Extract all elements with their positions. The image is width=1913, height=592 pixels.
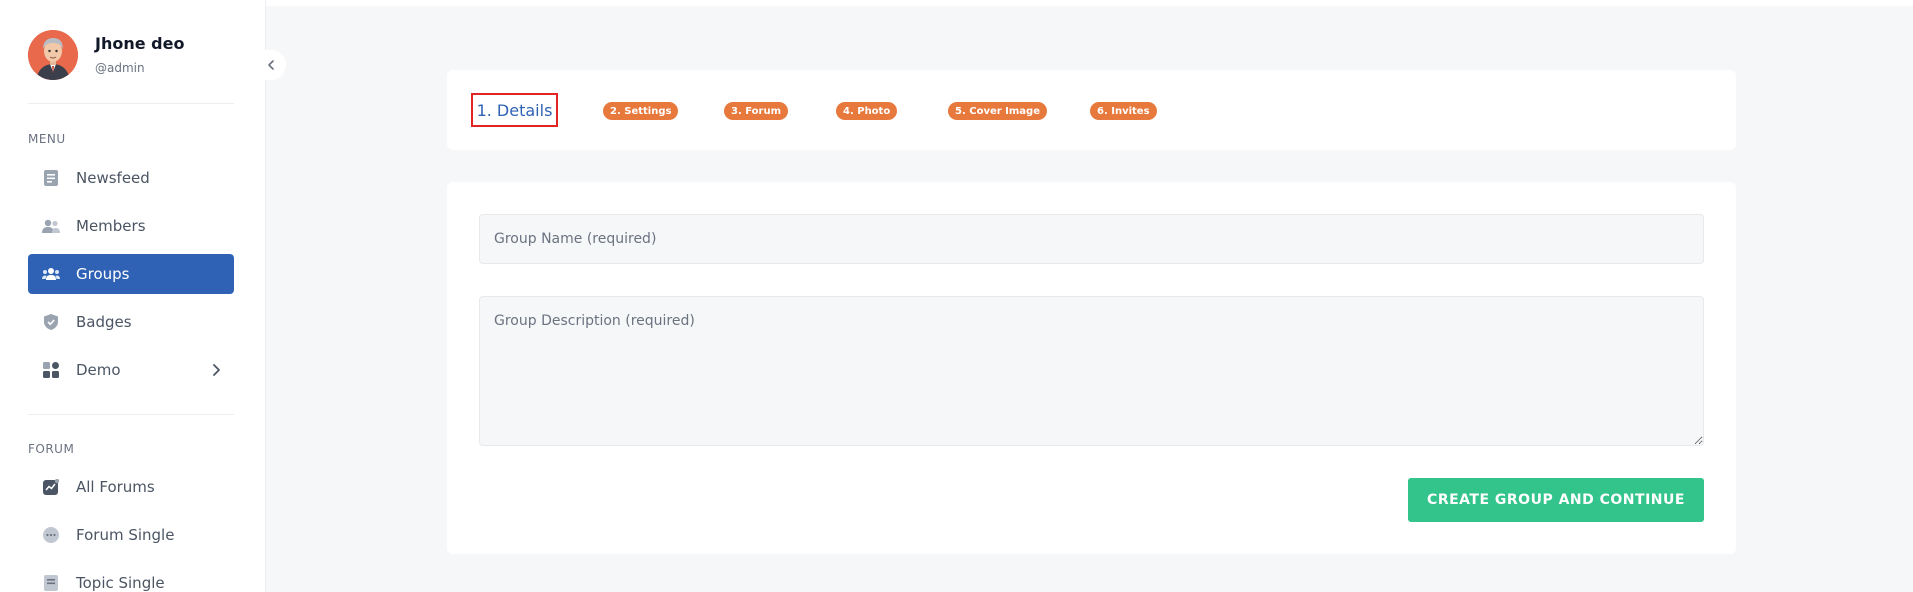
sidebar-item-label: Topic Single xyxy=(76,574,165,592)
sidebar-divider xyxy=(28,414,234,415)
sidebar-item-newsfeed[interactable]: Newsfeed xyxy=(28,158,234,198)
group-name-input[interactable] xyxy=(479,214,1704,264)
groups-icon xyxy=(42,265,60,283)
step-details-tab[interactable]: 1. Details xyxy=(471,93,558,127)
shield-icon xyxy=(42,313,60,331)
profile-name: Jhone deo xyxy=(95,34,185,53)
group-description-input[interactable] xyxy=(479,296,1704,446)
sidebar-item-all-forums[interactable]: All Forums xyxy=(28,467,234,507)
sidebar-item-label: Demo xyxy=(76,361,121,379)
profile-header: Jhone deo @admin xyxy=(28,30,234,104)
sidebar-item-members[interactable]: Members xyxy=(28,206,234,246)
grid-icon xyxy=(42,361,60,379)
chevron-left-icon xyxy=(268,60,274,70)
sidebar-item-groups[interactable]: Groups xyxy=(28,254,234,294)
members-icon xyxy=(42,217,60,235)
sidebar-item-forum-single[interactable]: Forum Single xyxy=(28,515,234,555)
document-icon xyxy=(42,169,60,187)
sidebar-item-label: Newsfeed xyxy=(76,169,150,187)
avatar-image xyxy=(28,30,78,80)
top-strip xyxy=(266,0,1913,6)
step-photo-tab[interactable]: 4. Photo xyxy=(836,102,898,120)
sidebar-item-label: Groups xyxy=(76,265,130,283)
create-group-button[interactable]: CREATE GROUP AND CONTINUE xyxy=(1408,478,1704,522)
profile-handle: @admin xyxy=(95,61,145,75)
sidebar-item-label: Forum Single xyxy=(76,526,175,544)
sidebar-item-label: Members xyxy=(76,217,146,235)
sidebar-item-badges[interactable]: Badges xyxy=(28,302,234,342)
step-settings-tab[interactable]: 2. Settings xyxy=(603,102,679,120)
sidebar: Jhone deo @admin MENU Newsfeed Members G… xyxy=(0,0,266,592)
sidebar-item-demo[interactable]: Demo xyxy=(28,350,234,390)
step-invites-tab[interactable]: 6. Invites xyxy=(1090,102,1157,120)
step-forum-tab[interactable]: 3. Forum xyxy=(724,102,789,120)
menu-section-title: MENU xyxy=(28,132,66,146)
sidebar-item-label: Badges xyxy=(76,313,132,331)
avatar[interactable] xyxy=(28,30,78,80)
chevron-right-icon[interactable] xyxy=(208,362,224,378)
forum-chart-icon xyxy=(42,478,60,496)
chat-bubble-icon xyxy=(42,526,60,544)
step-cover-image-tab[interactable]: 5. Cover Image xyxy=(948,102,1047,120)
sidebar-item-label: All Forums xyxy=(76,478,155,496)
topic-document-icon xyxy=(42,574,60,592)
main-menu: Newsfeed Members Groups Badges Demo xyxy=(28,158,234,398)
sidebar-item-topic-single[interactable]: Topic Single xyxy=(28,563,234,592)
forum-section-title: FORUM xyxy=(28,442,75,456)
forum-menu: All Forums Forum Single Topic Single xyxy=(28,467,234,592)
group-details-form: CREATE GROUP AND CONTINUE xyxy=(447,182,1736,554)
sidebar-collapse-button[interactable] xyxy=(256,50,286,80)
group-creation-steps: 1. Details 2. Settings 3. Forum 4. Photo… xyxy=(447,70,1736,150)
